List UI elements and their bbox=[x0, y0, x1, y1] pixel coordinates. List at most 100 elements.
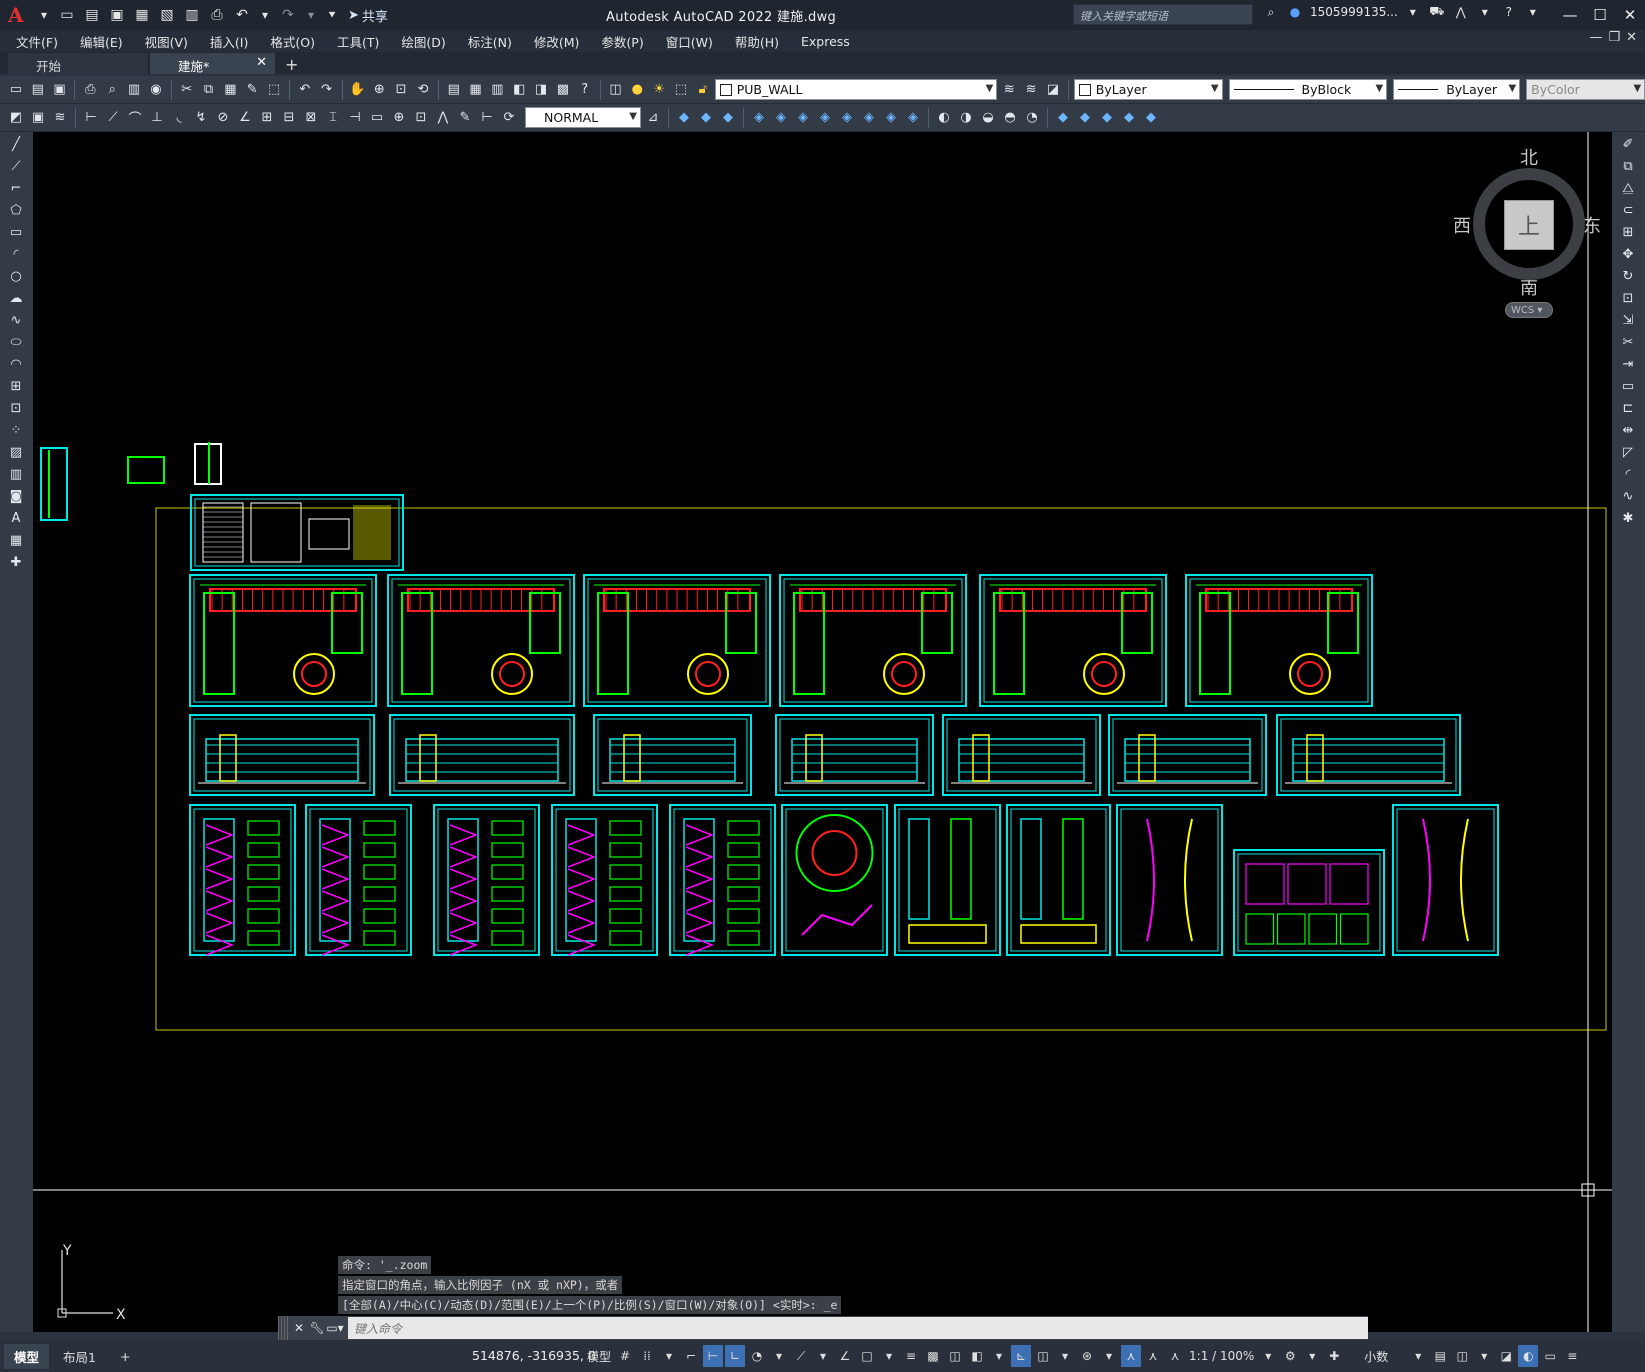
search-icon[interactable]: ⌕ bbox=[1262, 3, 1280, 21]
polyline-icon[interactable]: ⌐ bbox=[6, 178, 26, 198]
offset-icon[interactable]: ⊂ bbox=[1618, 200, 1638, 220]
calculator-icon[interactable]: ▩ bbox=[553, 80, 573, 100]
redo-icon[interactable]: ↷ bbox=[317, 80, 337, 100]
ellipse-icon[interactable]: ⬭ bbox=[6, 332, 26, 352]
menu-view[interactable]: 视图(V) bbox=[145, 32, 188, 51]
snap-icon[interactable]: ⁞⁞ bbox=[637, 1345, 657, 1367]
jogged-linear-icon[interactable]: ⋀ bbox=[433, 108, 453, 128]
erase-icon[interactable]: ✐ bbox=[1618, 134, 1638, 154]
menu-tools[interactable]: 工具(T) bbox=[337, 32, 379, 51]
tab-model[interactable]: 模型 bbox=[4, 1343, 50, 1369]
subtract-icon[interactable]: ◈ bbox=[881, 108, 901, 128]
layer-state-icon[interactable]: ◪ bbox=[1043, 80, 1063, 100]
customize-wrench-icon[interactable]: 🔧︎ bbox=[308, 1319, 326, 1337]
chamfer-icon[interactable]: ◸ bbox=[1618, 442, 1638, 462]
auto-scale-icon[interactable]: ⋏ bbox=[1143, 1345, 1163, 1367]
recent-commands-icon[interactable]: ▭▾ bbox=[326, 1319, 344, 1337]
maximize-button[interactable]: ☐ bbox=[1585, 0, 1615, 30]
add-selected-icon[interactable]: ✚ bbox=[6, 552, 26, 572]
array-icon[interactable]: ⊞ bbox=[1618, 222, 1638, 242]
copy-icon[interactable]: ⧉ bbox=[199, 80, 219, 100]
dynamic-input-icon[interactable]: ⊢ bbox=[703, 1345, 724, 1367]
match-properties-icon[interactable]: ✎ bbox=[242, 80, 262, 100]
a360-chevron-icon[interactable]: ▾ bbox=[1476, 3, 1494, 21]
quick-properties-icon[interactable]: ▤ bbox=[1430, 1345, 1450, 1367]
infer-constraints-icon[interactable]: ⌐ bbox=[681, 1345, 701, 1367]
annotation-monitor-icon[interactable]: ✚ bbox=[1324, 1345, 1344, 1367]
interfere-icon[interactable]: ◔ bbox=[1022, 108, 1042, 128]
table-icon[interactable]: ▦ bbox=[6, 530, 26, 550]
undo-icon[interactable]: ↶ bbox=[231, 4, 253, 26]
3d-dwf-icon[interactable]: ◉ bbox=[146, 80, 166, 100]
diameter-dim-icon[interactable]: ⊘ bbox=[213, 108, 233, 128]
viewcube-west[interactable]: 西 bbox=[1453, 212, 1471, 238]
zoom-previous-icon[interactable]: ⟲ bbox=[413, 80, 433, 100]
save-icon[interactable]: ▣ bbox=[50, 80, 70, 100]
ellipse-arc-icon[interactable]: ◠ bbox=[6, 354, 26, 374]
zoom-realtime-icon[interactable]: ⊕ bbox=[369, 80, 389, 100]
properties-icon[interactable]: ▤ bbox=[444, 80, 464, 100]
viewcube[interactable]: 北 南 西 东 上 WCS ▾ bbox=[1453, 148, 1601, 318]
undo-dropdown-icon[interactable]: ▾ bbox=[256, 6, 274, 24]
shell-icon[interactable]: ◆ bbox=[1075, 108, 1095, 128]
redo-icon[interactable]: ↷ bbox=[277, 4, 299, 26]
paste-icon[interactable]: ▦ bbox=[220, 80, 240, 100]
object-snap-tracking-icon[interactable]: ∠ bbox=[835, 1345, 855, 1367]
drawing-canvas[interactable]: 北 南 西 东 上 WCS ▾ bbox=[33, 132, 1612, 1332]
layer-sun-icon[interactable]: ☀ bbox=[649, 80, 669, 100]
qnew-icon[interactable]: ▭ bbox=[6, 80, 26, 100]
mtext-icon[interactable]: A bbox=[6, 508, 26, 528]
gizmo-chevron-icon[interactable]: ▾ bbox=[1099, 1345, 1119, 1367]
make-current-layer-icon[interactable]: ≋ bbox=[999, 80, 1019, 100]
viewcube-east[interactable]: 东 bbox=[1583, 212, 1601, 238]
save-as-icon[interactable]: ▦ bbox=[131, 4, 153, 26]
isodraft-icon[interactable]: ⟋ bbox=[791, 1345, 811, 1367]
linear-dim-icon[interactable]: ⊢ bbox=[81, 108, 101, 128]
3d-osnap-icon[interactable]: ◧ bbox=[967, 1345, 987, 1367]
lineweight-icon[interactable]: ≡ bbox=[901, 1345, 921, 1367]
cone-icon[interactable]: ◆ bbox=[718, 108, 738, 128]
circle-icon[interactable]: ○ bbox=[6, 266, 26, 286]
doc-minimize-icon[interactable]: — bbox=[1589, 30, 1602, 45]
snap-chevron-icon[interactable]: ▾ bbox=[659, 1345, 679, 1367]
intersect-icon[interactable]: ◈ bbox=[903, 108, 923, 128]
autodesk-a360-icon[interactable]: ⋀ bbox=[1452, 3, 1470, 21]
construction-line-icon[interactable]: ⟋ bbox=[6, 156, 26, 176]
radius-dim-icon[interactable]: ◟ bbox=[169, 108, 189, 128]
layer-bulb-icon[interactable]: ● bbox=[627, 80, 647, 100]
isolate-objects-icon[interactable]: ◪ bbox=[1496, 1345, 1516, 1367]
dimstyle-dropdown[interactable]: NORMAL ▼ bbox=[525, 107, 641, 128]
explode-icon[interactable]: ✱ bbox=[1618, 508, 1638, 528]
make-block-icon[interactable]: ⊡ bbox=[6, 398, 26, 418]
viewcube-top-face[interactable]: 上 bbox=[1504, 200, 1554, 250]
scale-icon[interactable]: ⊡ bbox=[1618, 288, 1638, 308]
color-dropdown[interactable]: ByLayer ▼ bbox=[1073, 79, 1223, 100]
gizmo-icon[interactable]: ⊛ bbox=[1077, 1345, 1097, 1367]
app-menu-chevron-icon[interactable]: ▾ bbox=[35, 6, 53, 24]
publish-icon[interactable]: ▧ bbox=[156, 4, 178, 26]
graphics-performance-icon[interactable]: ◐ bbox=[1518, 1345, 1539, 1367]
help-icon[interactable]: ? bbox=[575, 80, 595, 100]
tab-drawing[interactable]: 建施* ✕ bbox=[150, 53, 275, 74]
workspace-gear-icon[interactable]: ⚙ bbox=[1280, 1345, 1300, 1367]
dim-edit-icon[interactable]: ✎ bbox=[455, 108, 475, 128]
coordinates-readout[interactable]: 514876, -316935, 0 bbox=[472, 1348, 596, 1363]
sweep-icon[interactable]: ◈ bbox=[793, 108, 813, 128]
dim-break-icon[interactable]: ⊣ bbox=[345, 108, 365, 128]
user-icon[interactable]: ● bbox=[1286, 3, 1304, 21]
help-chevron-icon[interactable]: ▾ bbox=[1524, 3, 1542, 21]
rotate-icon[interactable]: ↻ bbox=[1618, 266, 1638, 286]
tab-close-icon[interactable]: ✕ bbox=[256, 55, 267, 70]
doc-close-icon[interactable]: ✕ bbox=[1626, 30, 1637, 45]
stretch-icon[interactable]: ⇲ bbox=[1618, 310, 1638, 330]
menu-edit[interactable]: 编辑(E) bbox=[80, 32, 123, 51]
annotation-scale-value[interactable]: 1:1 / 100% bbox=[1187, 1345, 1256, 1367]
region-icon[interactable]: ◙ bbox=[6, 486, 26, 506]
layer-properties-icon[interactable]: ◫ bbox=[606, 80, 626, 100]
tool-palettes-icon[interactable]: ▥ bbox=[487, 80, 507, 100]
grid-icon[interactable]: # bbox=[615, 1345, 635, 1367]
extend-icon[interactable]: ⇥ bbox=[1618, 354, 1638, 374]
flatshot-icon[interactable]: ◆ bbox=[1119, 108, 1139, 128]
viewcube-north[interactable]: 北 bbox=[1520, 144, 1538, 170]
minimize-button[interactable]: — bbox=[1555, 0, 1585, 30]
